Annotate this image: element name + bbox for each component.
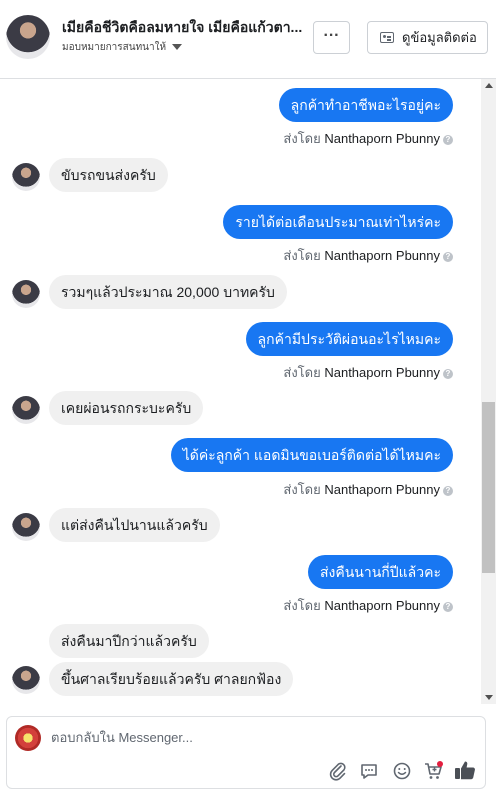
view-contact-label: ดูข้อมูลติดต่อ <box>402 30 477 45</box>
chevron-down-icon <box>172 44 183 51</box>
sent-by-prefix: ส่งโดย <box>283 598 321 613</box>
sent-by-prefix: ส่งโดย <box>283 365 321 380</box>
incoming-message[interactable]: ขึ้นศาลเรียบร้อยแล้วครับ ศาลยกฟ้อง <box>49 662 294 696</box>
outgoing-message[interactable]: รายได้ต่อเดือนประมาณเท่าไหร่คะ <box>223 205 453 239</box>
scrollbar-thumb[interactable] <box>482 402 495 573</box>
avatar[interactable] <box>12 513 40 541</box>
thread-scrollbar[interactable] <box>481 79 496 704</box>
sender-name[interactable]: Nanthaporn Pbunny <box>324 248 440 263</box>
outgoing-message[interactable]: ลูกค้ามีประวัติผ่อนอะไรไหมคะ <box>245 322 453 356</box>
sender-name[interactable]: Nanthaporn Pbunny <box>324 131 440 146</box>
contact-avatar[interactable] <box>6 15 50 59</box>
reply-composer <box>6 716 486 789</box>
contact-card-icon <box>380 32 394 43</box>
sent-by-prefix: ส่งโดย <box>283 482 321 497</box>
outgoing-message[interactable]: ลูกค้าทำอาชีพอะไรอยู่คะ <box>278 88 453 122</box>
assign-conversation[interactable]: มอบหมายการสนทนาให้ <box>62 40 183 55</box>
shop-icon[interactable] <box>423 761 443 781</box>
sent-by-label: ส่งโดย Nanthaporn Pbunny? <box>283 245 453 266</box>
scroll-down-arrow-icon[interactable] <box>485 695 493 700</box>
incoming-message[interactable]: รวมๆแล้วประมาณ 20,000 บาทครับ <box>49 275 287 309</box>
assign-label: มอบหมายการสนทนาให้ <box>62 42 167 53</box>
incoming-message[interactable]: เคยผ่อนรถกระบะครับ <box>49 391 204 425</box>
incoming-message[interactable]: แต่ส่งคืนไปนานแล้วครับ <box>49 508 220 542</box>
avatar[interactable] <box>12 396 40 424</box>
more-options-button[interactable]: ··· <box>313 21 350 54</box>
conversation-header: เมียคือชีวิตคือลมหายใจ เมียคือแก้วตา... … <box>0 0 496 79</box>
page-avatar <box>15 725 41 751</box>
sent-by-prefix: ส่งโดย <box>283 131 321 146</box>
scroll-up-arrow-icon[interactable] <box>485 83 493 88</box>
outgoing-message[interactable]: ได้ค่ะลูกค้า แอดมินขอเบอร์ติดต่อได้ไหมคะ <box>170 438 453 472</box>
contact-name[interactable]: เมียคือชีวิตคือลมหายใจ เมียคือแก้วตา... <box>62 17 312 39</box>
sender-name[interactable]: Nanthaporn Pbunny <box>324 365 440 380</box>
sent-by-label: ส่งโดย Nanthaporn Pbunny? <box>283 595 453 616</box>
saved-replies-icon[interactable] <box>359 761 379 781</box>
help-icon[interactable]: ? <box>443 135 453 145</box>
attachment-icon[interactable] <box>328 761 348 781</box>
incoming-message[interactable]: ส่งคืนมาปีกว่าแล้วครับ <box>49 624 209 658</box>
reply-input[interactable] <box>51 730 351 745</box>
sent-by-prefix: ส่งโดย <box>283 248 321 263</box>
view-contact-button[interactable]: ดูข้อมูลติดต่อ <box>367 21 488 54</box>
avatar[interactable] <box>12 163 40 191</box>
avatar[interactable] <box>12 666 40 694</box>
help-icon[interactable]: ? <box>443 369 453 379</box>
incoming-message[interactable]: ขับรถขนส่งครับ <box>49 158 168 192</box>
sender-name[interactable]: Nanthaporn Pbunny <box>324 598 440 613</box>
like-icon[interactable] <box>454 759 476 781</box>
sent-by-label: ส่งโดย Nanthaporn Pbunny? <box>283 362 453 383</box>
help-icon[interactable]: ? <box>443 252 453 262</box>
emoji-icon[interactable] <box>392 761 412 781</box>
sender-name[interactable]: Nanthaporn Pbunny <box>324 482 440 497</box>
help-icon[interactable]: ? <box>443 602 453 612</box>
outgoing-message[interactable]: ส่งคืนนานกี่ปีแล้วคะ <box>307 555 453 589</box>
message-thread: ลูกค้าทำอาชีพอะไรอยู่คะ ส่งโดย Nanthapor… <box>0 79 481 704</box>
avatar[interactable] <box>12 280 40 308</box>
help-icon[interactable]: ? <box>443 486 453 496</box>
sent-by-label: ส่งโดย Nanthaporn Pbunny? <box>283 128 453 149</box>
sent-by-label: ส่งโดย Nanthaporn Pbunny? <box>283 479 453 500</box>
